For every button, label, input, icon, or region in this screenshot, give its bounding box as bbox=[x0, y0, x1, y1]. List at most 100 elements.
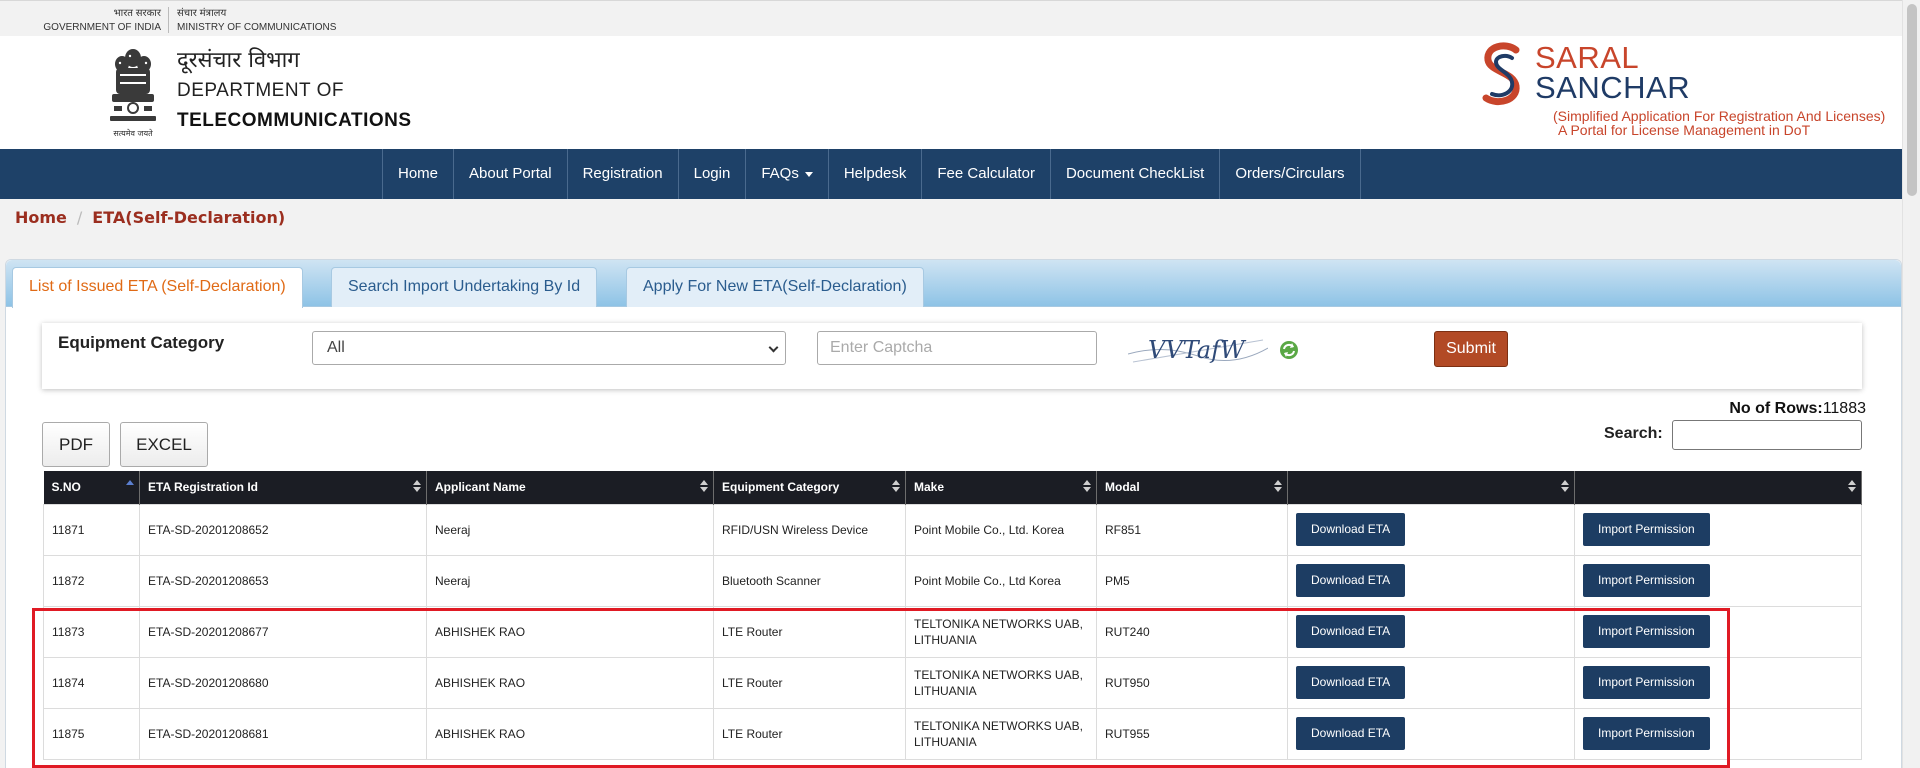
col-import[interactable] bbox=[1574, 471, 1862, 504]
nav-registration[interactable]: Registration bbox=[566, 149, 678, 199]
import-permission-button[interactable]: Import Permission bbox=[1583, 666, 1710, 699]
chevron-down-icon bbox=[768, 342, 779, 353]
nav-helpdesk[interactable]: Helpdesk bbox=[827, 149, 922, 199]
cell-download: Download ETA bbox=[1287, 554, 1575, 607]
gov-india-label: भारत सरकार GOVERNMENT OF INDIA bbox=[38, 7, 161, 35]
national-emblem-icon[interactable]: सत्यमेव जयते bbox=[104, 44, 162, 140]
import-permission-button[interactable]: Import Permission bbox=[1583, 717, 1710, 750]
captcha-text: VVTafW bbox=[1148, 336, 1247, 364]
cell-make: Point Mobile Co., Ltd. Korea bbox=[905, 503, 1097, 556]
captcha-image: VVTafW bbox=[1128, 332, 1268, 368]
sort-icon bbox=[413, 480, 421, 494]
download-eta-button[interactable]: Download ETA bbox=[1296, 615, 1406, 648]
eta-table: S.NO ETA Registration Id Applicant Name … bbox=[43, 471, 1862, 760]
cell-applicant: ABHISHEK RAO bbox=[426, 605, 714, 658]
tab-bar: List of Issued ETA (Self-Declaration) Se… bbox=[6, 260, 1901, 308]
cell-category: RFID/USN Wireless Device bbox=[713, 503, 906, 556]
cell-import: Import Permission bbox=[1574, 656, 1862, 709]
col-download[interactable] bbox=[1287, 471, 1575, 504]
tab-issued-eta-list[interactable]: List of Issued ETA (Self-Declaration) bbox=[12, 267, 303, 308]
chevron-down-icon bbox=[804, 171, 813, 177]
saral-sanchar-logo-icon[interactable] bbox=[1480, 40, 1524, 112]
cell-category: LTE Router bbox=[713, 707, 906, 760]
export-pdf-button[interactable]: PDF bbox=[42, 422, 110, 467]
col-eta-id-label: ETA Registration Id bbox=[148, 480, 259, 495]
cell-eta-id: ETA-SD-20201208653 bbox=[139, 554, 427, 607]
nav-login[interactable]: Login bbox=[677, 149, 746, 199]
col-make-label: Make bbox=[914, 480, 945, 495]
cell-modal: PM5 bbox=[1096, 554, 1288, 607]
download-eta-button[interactable]: Download ETA bbox=[1296, 666, 1406, 699]
sort-icon bbox=[1274, 480, 1282, 494]
import-permission-button[interactable]: Import Permission bbox=[1583, 615, 1710, 648]
sort-icon bbox=[1848, 480, 1856, 494]
nav-home[interactable]: Home bbox=[382, 149, 453, 199]
table-row: 11871 ETA-SD-20201208652 Neeraj RFID/USN… bbox=[43, 503, 1862, 556]
dept-name-hindi: दूरसंचार विभाग bbox=[177, 48, 300, 73]
emblem-caption: सत्यमेव जयते bbox=[113, 128, 153, 138]
tab-search-import-undertaking[interactable]: Search Import Undertaking By Id bbox=[331, 267, 598, 307]
tab-apply-new-eta[interactable]: Apply For New ETA(Self-Declaration) bbox=[626, 267, 924, 307]
sort-asc-icon bbox=[126, 480, 134, 494]
col-equipment-category[interactable]: Equipment Category bbox=[713, 471, 906, 504]
col-sno[interactable]: S.NO bbox=[43, 471, 140, 504]
col-applicant-name[interactable]: Applicant Name bbox=[426, 471, 714, 504]
main-navbar: Home About Portal Registration Login FAQ… bbox=[0, 149, 1902, 199]
cell-modal: RUT955 bbox=[1096, 707, 1288, 760]
cell-download: Download ETA bbox=[1287, 503, 1575, 556]
cell-import: Import Permission bbox=[1574, 503, 1862, 556]
table-row: 11874 ETA-SD-20201208680 ABHISHEK RAO LT… bbox=[43, 656, 1862, 709]
col-modal[interactable]: Modal bbox=[1096, 471, 1288, 504]
cell-eta-id: ETA-SD-20201208677 bbox=[139, 605, 427, 658]
breadcrumb-home[interactable]: Home bbox=[15, 208, 67, 227]
site-header: सत्यमेव जयते दूरसंचार विभाग DEPARTMENT O… bbox=[0, 36, 1902, 149]
equipment-category-value: All bbox=[327, 339, 345, 356]
cell-make: TELTONIKA NETWORKS UAB, LITHUANIA bbox=[905, 656, 1097, 709]
equipment-category-label: Equipment Category bbox=[58, 333, 225, 352]
search-input[interactable] bbox=[1672, 420, 1862, 450]
nav-faqs[interactable]: FAQs bbox=[745, 149, 828, 199]
download-eta-button[interactable]: Download ETA bbox=[1296, 564, 1406, 597]
export-excel-button[interactable]: EXCEL bbox=[120, 422, 208, 467]
download-eta-button[interactable]: Download ETA bbox=[1296, 717, 1406, 750]
refresh-captcha-icon[interactable] bbox=[1279, 340, 1299, 360]
breadcrumb-separator: / bbox=[76, 208, 83, 227]
col-make[interactable]: Make bbox=[905, 471, 1097, 504]
saral-sanchar-logo-text[interactable]: SARAL SANCHAR bbox=[1535, 42, 1690, 103]
cell-import: Import Permission bbox=[1574, 554, 1862, 607]
department-title[interactable]: दूरसंचार विभाग DEPARTMENT OF TELECOMMUNI… bbox=[177, 46, 412, 136]
import-permission-button[interactable]: Import Permission bbox=[1583, 564, 1710, 597]
col-applicant-label: Applicant Name bbox=[435, 480, 526, 495]
captcha-input[interactable]: Enter Captcha bbox=[817, 331, 1097, 365]
nav-document-checklist[interactable]: Document CheckList bbox=[1049, 149, 1219, 199]
download-eta-button[interactable]: Download ETA bbox=[1296, 513, 1406, 546]
dept-name-line2: TELECOMMUNICATIONS bbox=[177, 110, 412, 131]
import-permission-button[interactable]: Import Permission bbox=[1583, 513, 1710, 546]
table-row: 11873 ETA-SD-20201208677 ABHISHEK RAO LT… bbox=[43, 605, 1862, 658]
breadcrumb-current: ETA(Self-Declaration) bbox=[92, 208, 286, 227]
gov-india-hindi: भारत सरकार bbox=[113, 8, 161, 19]
scrollbar-thumb[interactable] bbox=[1907, 4, 1917, 196]
filter-box: Equipment Category All Enter Captcha VVT… bbox=[42, 323, 1862, 389]
cell-sno: 11874 bbox=[43, 656, 140, 709]
cell-modal: RUT950 bbox=[1096, 656, 1288, 709]
cell-eta-id: ETA-SD-20201208681 bbox=[139, 707, 427, 760]
nav-orders-circulars[interactable]: Orders/Circulars bbox=[1219, 149, 1361, 199]
cell-sno: 11873 bbox=[43, 605, 140, 658]
col-eta-registration-id[interactable]: ETA Registration Id bbox=[139, 471, 427, 504]
submit-button[interactable]: Submit bbox=[1434, 331, 1508, 367]
gov-strip: भारत सरकार GOVERNMENT OF INDIA संचार मंत… bbox=[0, 0, 1902, 36]
ministry-english: MINISTRY OF COMMUNICATIONS bbox=[177, 22, 337, 33]
cell-category: LTE Router bbox=[713, 656, 906, 709]
equipment-category-select[interactable]: All bbox=[312, 331, 786, 365]
cell-applicant: Neeraj bbox=[426, 503, 714, 556]
sort-icon bbox=[892, 480, 900, 494]
nav-about-portal[interactable]: About Portal bbox=[453, 149, 567, 199]
nav-fee-calculator[interactable]: Fee Calculator bbox=[921, 149, 1050, 199]
ministry-label: संचार मंत्रालय MINISTRY OF COMMUNICATION… bbox=[177, 7, 336, 35]
col-sno-label: S.NO bbox=[51, 480, 81, 495]
page-scrollbar[interactable] bbox=[1902, 0, 1920, 768]
cell-applicant: ABHISHEK RAO bbox=[426, 707, 714, 760]
table-row: 11872 ETA-SD-20201208653 Neeraj Bluetoot… bbox=[43, 554, 1862, 607]
cell-eta-id: ETA-SD-20201208652 bbox=[139, 503, 427, 556]
